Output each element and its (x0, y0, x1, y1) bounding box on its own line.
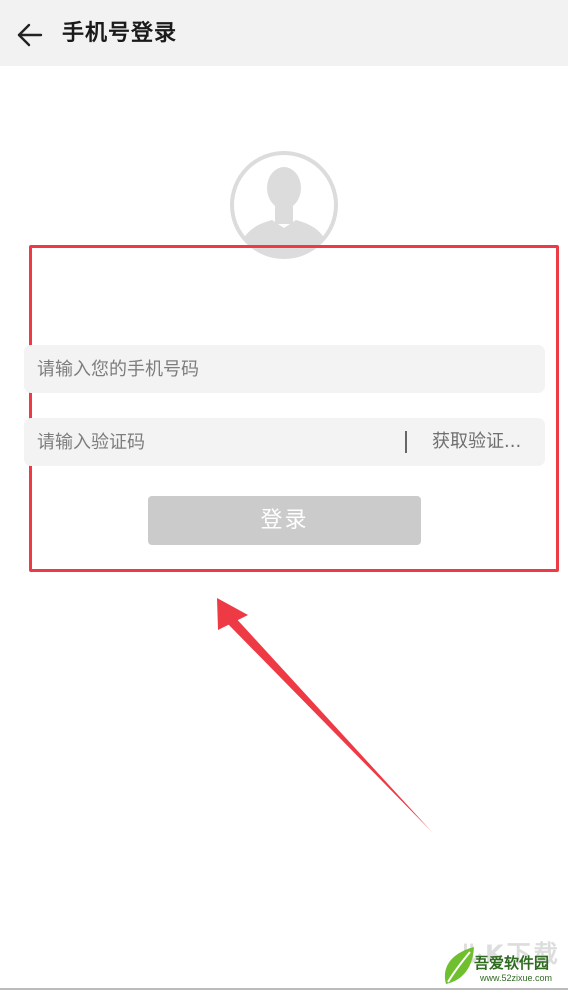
watermark-brand: 吾爱软件园 (474, 954, 550, 972)
verification-code-input[interactable] (37, 418, 387, 466)
watermark: ルK下载 吾爱软件园 www.52zixue.com (440, 940, 565, 988)
verification-code-field: 获取验证... (24, 418, 545, 466)
app-header: 手机号登录 (0, 0, 568, 66)
phone-field (24, 345, 545, 393)
arrow-left-icon (17, 23, 43, 47)
back-button[interactable] (10, 15, 50, 55)
user-avatar-icon (230, 151, 338, 259)
page-title: 手机号登录 (62, 21, 178, 46)
annotation-arrow-head (217, 598, 248, 630)
get-code-button[interactable]: 获取验证... (432, 418, 521, 466)
field-divider (405, 431, 407, 453)
watermark-url: www.52zixue.com (480, 973, 553, 983)
leaf-logo-icon (444, 947, 474, 984)
login-button[interactable]: 登录 (148, 496, 421, 545)
phone-input[interactable] (37, 345, 527, 393)
annotation-arrow-shaft (226, 615, 432, 832)
avatar (229, 150, 339, 260)
